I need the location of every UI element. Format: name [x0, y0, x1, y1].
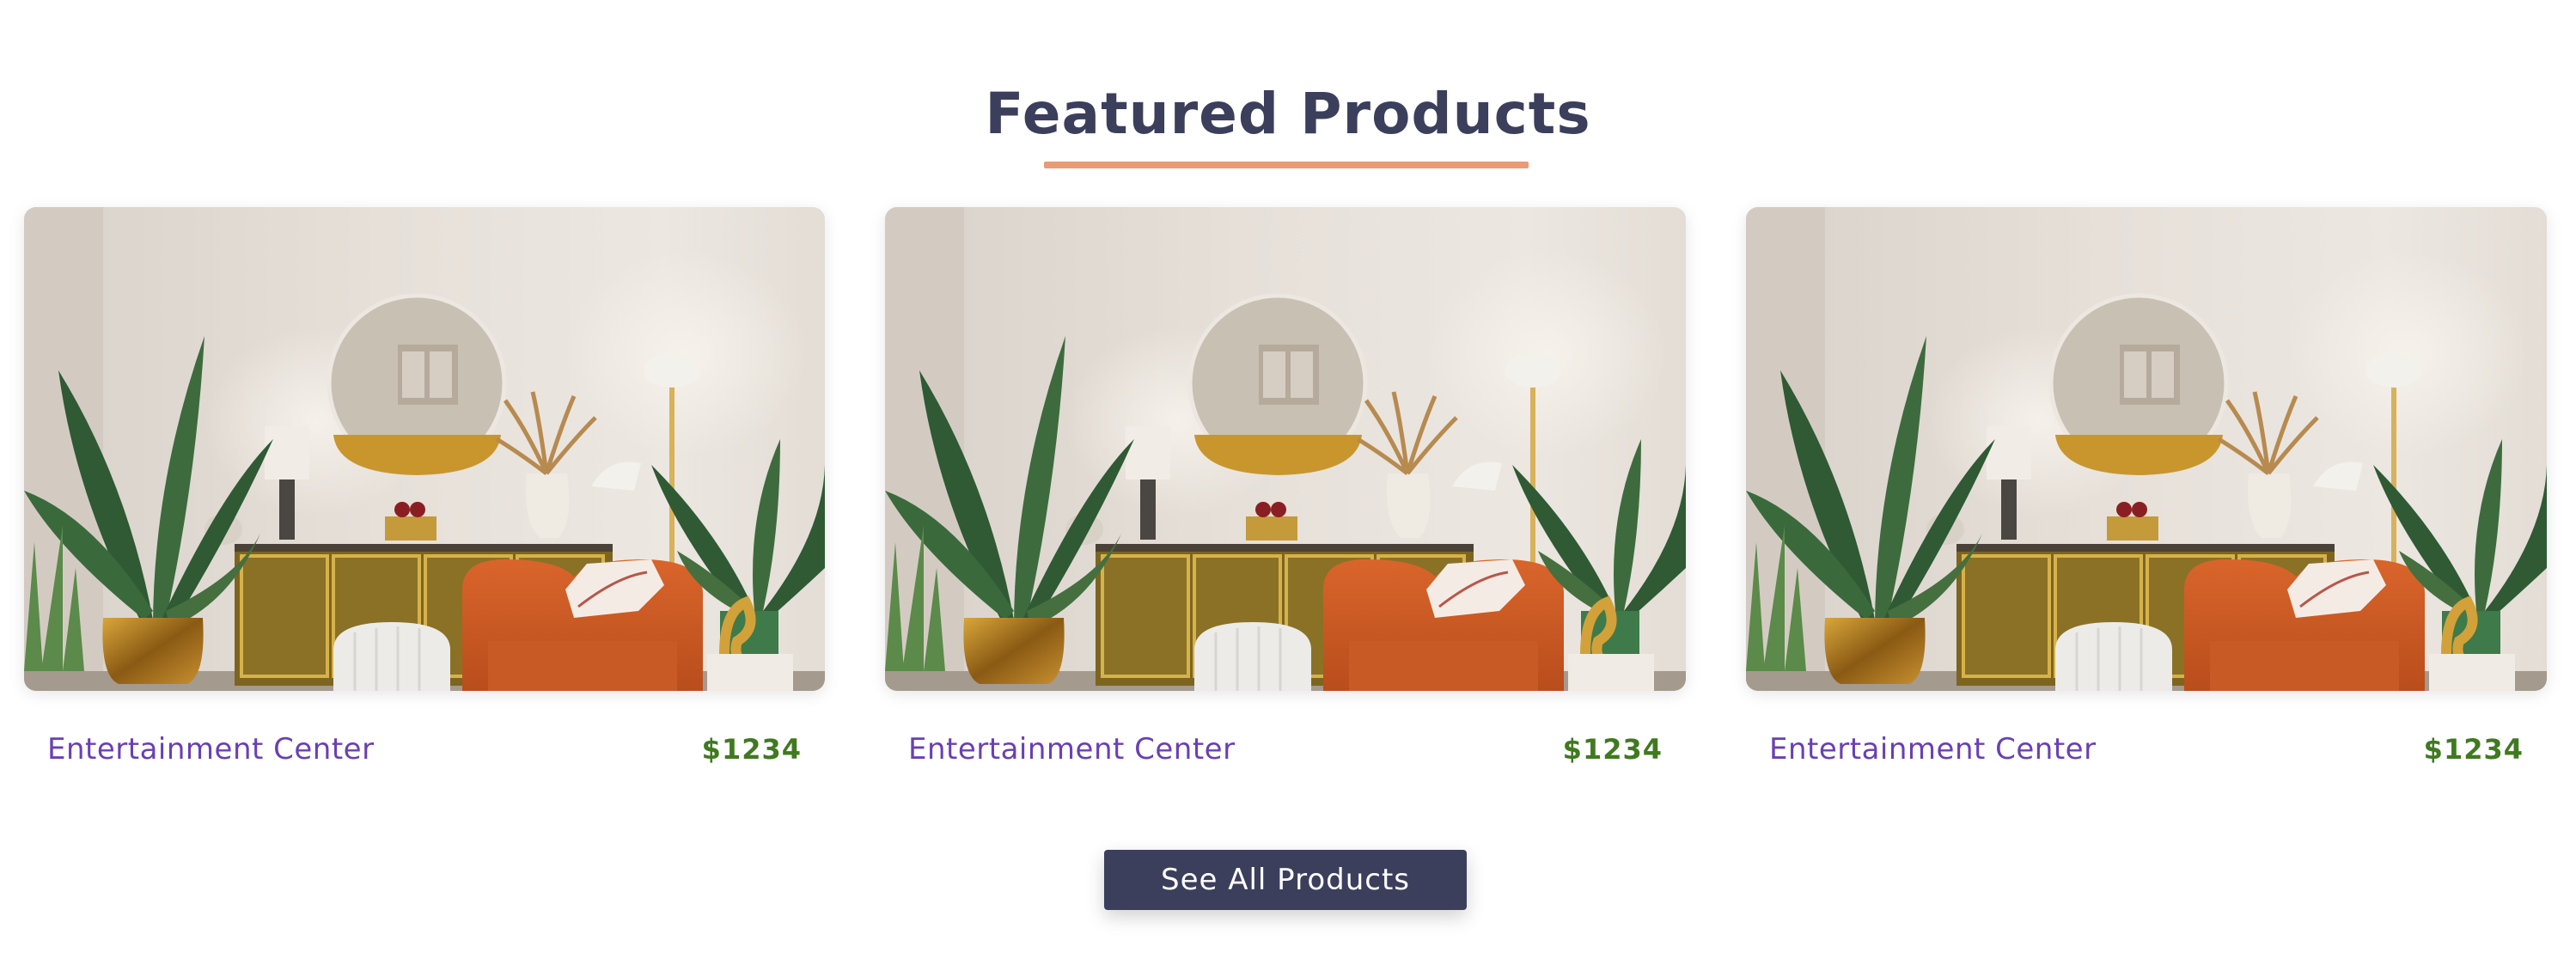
product-card[interactable]: Entertainment Center $1234: [1746, 207, 2547, 809]
product-image[interactable]: [885, 207, 1686, 691]
product-image[interactable]: [24, 207, 825, 691]
living-room-photo-icon: [885, 207, 1686, 691]
living-room-photo-icon: [24, 207, 825, 691]
product-price: $1234: [701, 733, 802, 766]
product-name[interactable]: Entertainment Center: [1769, 730, 2097, 768]
product-name[interactable]: Entertainment Center: [908, 730, 1236, 768]
product-price: $1234: [1562, 733, 1663, 766]
featured-products-section: Featured Products Entertainment Center $…: [0, 0, 2576, 971]
see-all-products-button[interactable]: See All Products: [1104, 850, 1467, 910]
product-card[interactable]: Entertainment Center $1234: [885, 207, 1686, 809]
title-underline: [1044, 162, 1529, 168]
product-price: $1234: [2423, 733, 2524, 766]
product-name[interactable]: Entertainment Center: [47, 730, 375, 768]
product-image[interactable]: [1746, 207, 2547, 691]
living-room-photo-icon: [1746, 207, 2547, 691]
section-title: Featured Products: [985, 81, 1591, 147]
product-card[interactable]: Entertainment Center $1234: [24, 207, 825, 809]
